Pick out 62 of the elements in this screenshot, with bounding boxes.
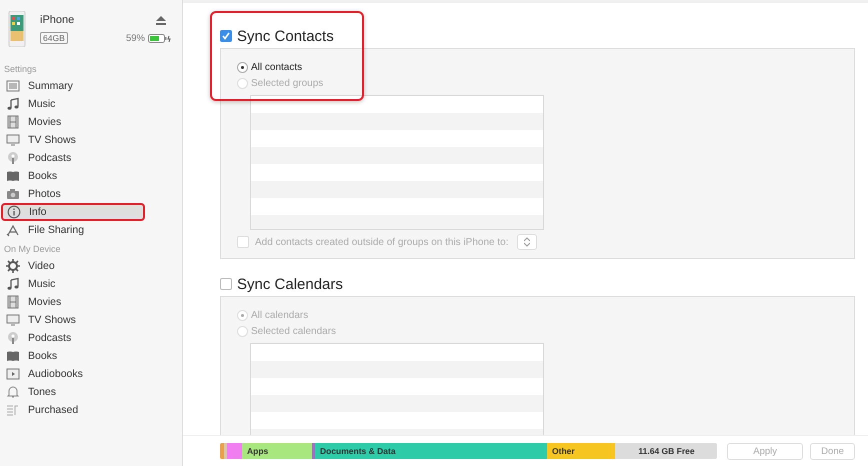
section-header: Settings	[3, 63, 38, 76]
app-store-icon	[6, 223, 20, 237]
sidebar-item[interactable]: Music	[0, 95, 182, 113]
option-label: All contacts	[251, 62, 302, 72]
checkmark-icon	[222, 32, 230, 40]
phone-icon	[8, 11, 26, 47]
group-dropdown[interactable]	[516, 234, 536, 250]
sidebar-item[interactable]: TV Shows	[0, 131, 182, 149]
gear-icon	[6, 259, 20, 273]
list-icon	[6, 79, 20, 93]
checkbox[interactable]	[220, 30, 232, 42]
option-label: Selected calendars	[251, 326, 336, 336]
sidebar-item[interactable]: Video	[0, 257, 182, 275]
sidebar-item[interactable]: Movies	[0, 293, 182, 311]
sidebar-item[interactable]: File Sharing	[0, 221, 182, 239]
section-title: Sync Calendars	[237, 276, 343, 292]
audiobook-icon	[6, 367, 20, 381]
podcast-icon	[6, 151, 20, 165]
tv-icon	[6, 133, 20, 147]
sidebar-item[interactable]: Podcasts	[0, 329, 182, 347]
book-icon	[6, 169, 20, 183]
option-label: Add contacts created outside of groups on this iPhone to:	[255, 236, 508, 248]
sidebar-item[interactable]: TV Shows	[0, 311, 182, 329]
bell-icon	[6, 385, 20, 399]
camera-icon	[6, 187, 20, 201]
music-note-icon	[6, 277, 20, 291]
sidebar-item[interactable]: Movies	[0, 113, 182, 131]
storage-segment: 11.64 GB Free	[615, 443, 718, 459]
film-icon	[6, 295, 20, 309]
sidebar-item[interactable]: Summary	[0, 77, 182, 95]
group-list[interactable]	[250, 95, 544, 230]
music-note-icon	[6, 97, 20, 111]
sidebar-item[interactable]: Audiobooks	[0, 365, 182, 383]
device-name: iPhone	[40, 14, 74, 26]
sidebar-item[interactable]: Info	[1, 203, 145, 221]
section-title: Sync Contacts	[237, 28, 334, 44]
sidebar-item[interactable]: Books	[0, 347, 182, 365]
info-icon	[7, 205, 21, 219]
battery-percent: 59%	[126, 32, 145, 44]
sidebar-item[interactable]: Music	[0, 275, 182, 293]
section-header: On My Device	[3, 243, 62, 256]
sidebar-item[interactable]: Tones	[0, 383, 182, 401]
capacity-badge: 64GB	[40, 32, 68, 44]
checkbox[interactable]	[220, 278, 232, 290]
stepper-arrows-icon	[524, 237, 530, 247]
eject-icon	[156, 16, 166, 24]
sidebar-item[interactable]: Purchased	[0, 401, 182, 419]
sidebar-item[interactable]: Photos	[0, 185, 182, 203]
book-icon	[6, 349, 20, 363]
podcast-icon	[6, 331, 20, 345]
sidebar-item[interactable]: Books	[0, 167, 182, 185]
purchased-icon	[6, 403, 20, 417]
radio-button[interactable]	[237, 62, 248, 72]
film-icon	[6, 115, 20, 129]
option-label: Selected groups	[251, 78, 324, 88]
tv-icon	[6, 313, 20, 327]
sidebar-item[interactable]: Podcasts	[0, 149, 182, 167]
option-label: All calendars	[251, 310, 308, 320]
storage-segment: Apps	[242, 443, 312, 459]
storage-segment: Other	[547, 443, 615, 459]
battery-icon	[148, 34, 172, 42]
storage-segment: Documents & Data	[315, 443, 547, 459]
